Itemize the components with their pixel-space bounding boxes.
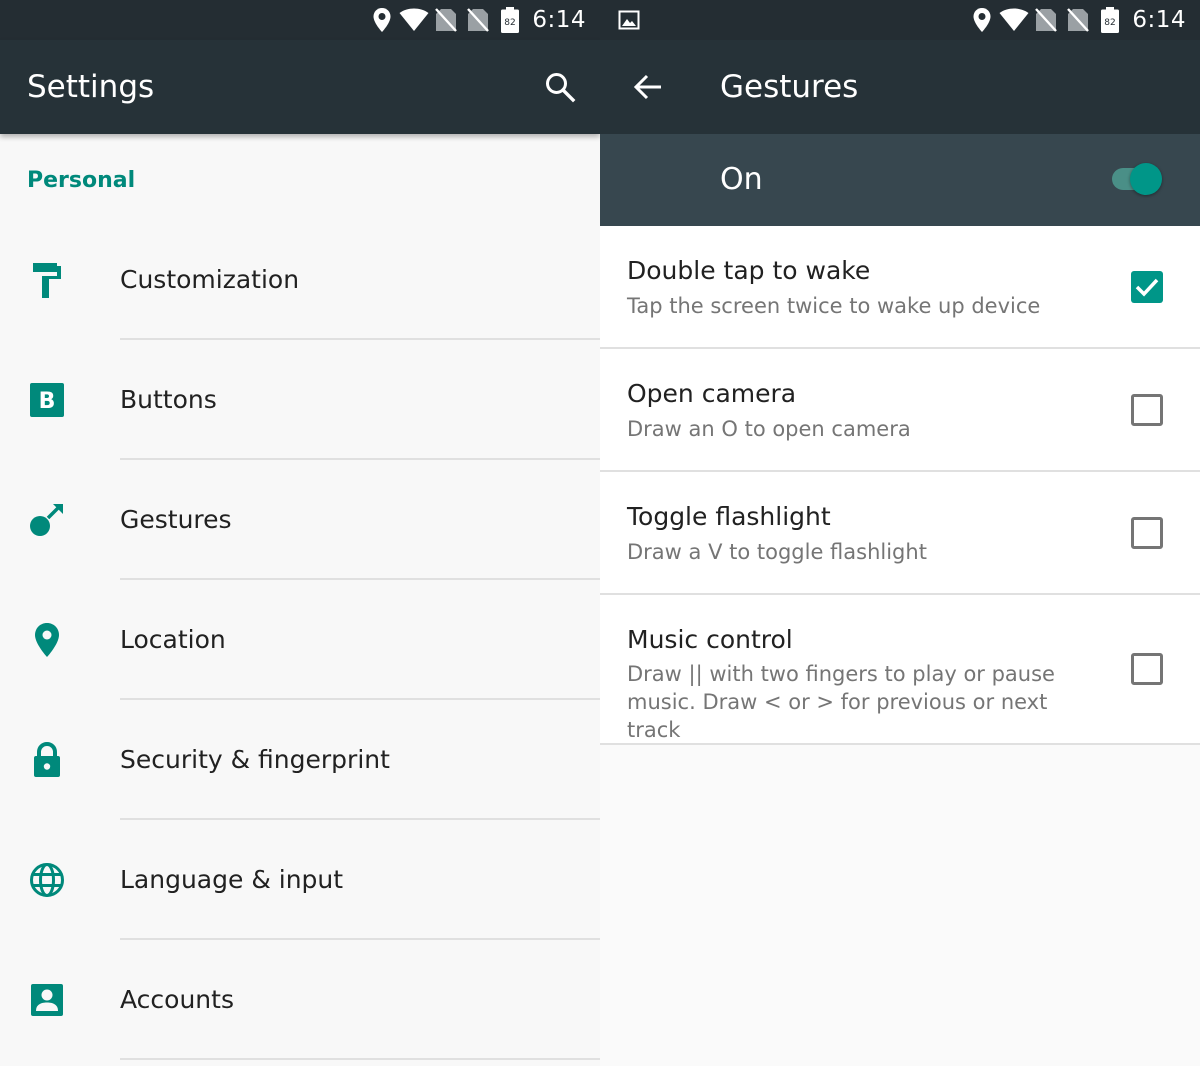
account-icon [27, 982, 67, 1018]
page-title: Gestures [720, 69, 859, 105]
settings-item-label: Language & input [120, 865, 344, 894]
location-icon [366, 0, 398, 40]
gesture-checkbox[interactable] [1131, 394, 1163, 426]
no-sim-icon [1062, 0, 1094, 40]
status-icons: 82 6:14 [966, 0, 1186, 40]
settings-item-label: Customization [120, 265, 300, 294]
gesture-title: Double tap to wake [627, 256, 871, 285]
wifi-icon [398, 0, 430, 40]
status-bar: 82 6:14 [600, 0, 1200, 40]
no-sim-icon [462, 0, 494, 40]
status-time: 6:14 [532, 7, 586, 33]
image-notification-icon [616, 0, 642, 40]
master-toggle-switch[interactable] [1112, 162, 1168, 198]
section-header-personal: Personal [27, 168, 136, 193]
lock-icon [27, 742, 67, 778]
settings-item-gestures[interactable]: Gestures [0, 460, 600, 580]
gesture-checkbox[interactable] [1131, 271, 1163, 303]
svg-text:B: B [39, 389, 56, 414]
location-pin-icon [27, 622, 67, 658]
gesture-checkbox[interactable] [1131, 653, 1163, 685]
settings-item-accounts[interactable]: Accounts [0, 940, 600, 1060]
gesture-title: Toggle flashlight [627, 502, 831, 531]
settings-item-language[interactable]: Language & input [0, 820, 600, 940]
back-arrow-icon [633, 74, 661, 100]
app-toolbar: Gestures [600, 40, 1200, 134]
status-time: 6:14 [1132, 7, 1186, 33]
settings-item-label: Accounts [120, 985, 234, 1014]
settings-item-buttons[interactable]: B Buttons [0, 340, 600, 460]
divider [120, 1058, 600, 1060]
settings-item-security[interactable]: Security & fingerprint [0, 700, 600, 820]
gestures-icon [27, 502, 67, 538]
gesture-item-flashlight[interactable]: Toggle flashlight Draw a V to toggle fla… [600, 472, 1200, 595]
settings-item-label: Buttons [120, 385, 217, 414]
battery-icon: 82 [494, 0, 526, 40]
search-icon [546, 73, 576, 103]
location-icon [966, 0, 998, 40]
wifi-icon [998, 0, 1030, 40]
settings-item-customization[interactable]: Customization [0, 220, 600, 340]
settings-item-label: Security & fingerprint [120, 745, 390, 774]
gesture-summary: Tap the screen twice to wake up device [627, 294, 1041, 318]
gestures-screen: 82 6:14 Gestures On Double tap to wake T… [600, 0, 1200, 1066]
battery-icon: 82 [1094, 0, 1126, 40]
back-button[interactable] [616, 40, 680, 134]
gesture-item-double-tap[interactable]: Double tap to wake Tap the screen twice … [600, 226, 1200, 349]
status-icons: 82 6:14 [366, 0, 586, 40]
globe-icon [27, 862, 67, 898]
battery-level: 82 [505, 18, 516, 28]
settings-screen: 82 6:14 Settings Personal Customization … [0, 0, 600, 1066]
checkmark-icon [1135, 278, 1159, 297]
gesture-summary: Draw a V to toggle flashlight [627, 540, 927, 564]
gesture-checkbox[interactable] [1131, 517, 1163, 549]
gesture-summary: Draw || with two fingers to play or paus… [627, 662, 1055, 742]
battery-level: 82 [1105, 18, 1116, 28]
app-toolbar: Settings [0, 40, 600, 134]
gesture-summary: Draw an O to open camera [627, 417, 911, 441]
settings-item-label: Location [120, 625, 226, 654]
no-sim-icon [1030, 0, 1062, 40]
gesture-item-open-camera[interactable]: Open camera Draw an O to open camera [600, 349, 1200, 472]
no-sim-icon [430, 0, 462, 40]
switch-thumb [1130, 163, 1162, 195]
gesture-title: Music control [627, 625, 793, 654]
gesture-item-music-control[interactable]: Music control Draw || with two fingers t… [600, 595, 1200, 745]
buttons-b-icon: B [27, 382, 67, 418]
page-title: Settings [27, 69, 155, 105]
master-switch-label: On [720, 162, 763, 197]
status-bar: 82 6:14 [0, 0, 600, 40]
settings-item-location[interactable]: Location [0, 580, 600, 700]
master-switch-bar[interactable]: On [600, 134, 1200, 226]
notification-icons [616, 0, 642, 40]
search-button[interactable] [528, 40, 592, 134]
gesture-title: Open camera [627, 379, 797, 408]
paint-roller-icon [27, 262, 67, 298]
settings-item-label: Gestures [120, 505, 232, 534]
